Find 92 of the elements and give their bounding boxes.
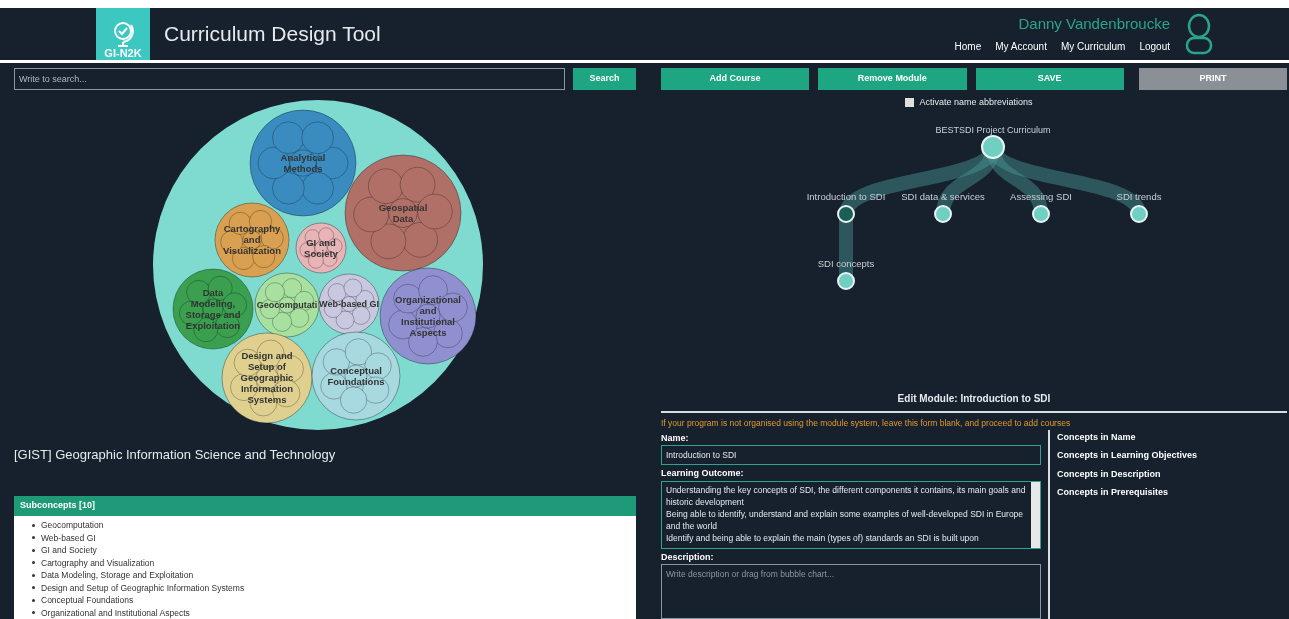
bubble-label: Conceptual — [330, 364, 382, 375]
bubble-label: Data — [202, 286, 224, 297]
tree-node[interactable] — [837, 272, 855, 290]
bubble-label: and — [419, 304, 437, 315]
outcome-line: Being able to identify, understand and explain some examples of well-developed SDI in Europe and the world — [666, 507, 1025, 532]
bubble-label: Foundations — [327, 375, 385, 386]
form-note: If your program is not organised using the module system, leave this form blank, and proceed to add courses — [661, 417, 1072, 430]
outcome-line: Identify and being able to explain the main (types of) standards an SDI is built upon — [666, 531, 980, 544]
subconcept-item[interactable]: Cartography and Visualization — [32, 556, 636, 569]
nav-link[interactable]: My Curriculum — [1060, 39, 1126, 55]
bubble-label: Geocomputati — [256, 299, 318, 310]
nav-link[interactable]: Logout — [1139, 39, 1170, 55]
bullet-icon — [32, 548, 35, 552]
subconcept-item[interactable]: Conceptual Foundations — [32, 594, 636, 607]
bullet-icon — [32, 561, 35, 565]
tree-node-label: BESTSDI Project Curriculum — [935, 125, 1051, 135]
description-field[interactable]: Write description or drag from bubble chart... — [661, 564, 1041, 619]
user-name: Danny Vandenbroucke — [1018, 13, 1170, 34]
concept-title: [GIST] Geographic Information Science and Technology — [14, 445, 337, 464]
subconcepts-header: Subconcepts [10] — [14, 496, 636, 516]
bullet-icon — [32, 586, 35, 590]
checkbox[interactable] — [905, 97, 915, 107]
tree-node[interactable] — [981, 135, 1005, 159]
tree-node-label: SDI data & services — [901, 191, 985, 202]
nav-link[interactable]: Home — [954, 39, 982, 55]
tree-node-label: SDI trends — [1116, 191, 1162, 202]
bubble[interactable]: GI and Society — [295, 222, 347, 273]
concepts-heading: Concepts in Learning Objectives — [1057, 449, 1198, 463]
bullet-icon — [32, 598, 35, 602]
bubble[interactable]: Design and Setup of Geographic Information Systems — [221, 332, 313, 423]
bubble-label: Aspects — [409, 326, 447, 337]
tree-node[interactable] — [1032, 205, 1050, 223]
bullet-icon — [32, 611, 35, 615]
concepts-heading: Concepts in Description — [1057, 467, 1162, 481]
bubble-label: Setup of — [248, 360, 286, 372]
bubble-label: Society — [304, 247, 338, 258]
concepts-heading: Concepts in Name — [1057, 430, 1137, 444]
bubble-label: GI and — [306, 236, 336, 247]
bubble-label: Information — [240, 382, 294, 394]
concepts-heading: Concepts in Prerequisites — [1057, 486, 1170, 500]
bubble-label: Design and — [241, 349, 293, 361]
tree-node-label: Introduction to SDI — [806, 191, 886, 202]
tree-node-label: Assessing SDI — [1010, 191, 1072, 202]
bubble-label: Systems — [247, 393, 287, 405]
subconcept-item[interactable]: Web-based GI — [32, 531, 636, 544]
bullet-icon — [32, 536, 35, 540]
outcome-line: Understanding the key concepts of SDI, the different components it contains, its main goals and historic development — [666, 483, 1027, 508]
tree-node-label: SDI concepts — [817, 258, 875, 269]
user-icon[interactable] — [1184, 12, 1214, 55]
scrollbar[interactable] — [1031, 481, 1040, 548]
logo-text: GI-N2K — [104, 47, 142, 59]
nav-link[interactable]: My Account — [995, 39, 1047, 55]
app-title: Curriculum Design Tool — [164, 20, 381, 47]
checkbox-label: Activate name abbreviations — [919, 95, 1033, 109]
bubble-label: Web-based GI — [319, 298, 379, 309]
bubble[interactable]: Organizational and Institutional Aspects — [379, 267, 477, 364]
subconcept-item[interactable]: Geocomputation — [32, 519, 636, 532]
tree-node[interactable] — [934, 205, 952, 223]
bubble-label: Methods — [283, 162, 323, 173]
bubble-label: Visualization — [223, 244, 281, 256]
subconcept-item[interactable]: Organizational and Institutional Aspects — [32, 606, 636, 619]
bubble[interactable]: Analytical Methods — [249, 109, 357, 216]
learning-outcome-field[interactable] — [661, 480, 1041, 549]
bubble-label: Geospatial — [378, 201, 428, 212]
bubble-label: Data — [392, 212, 414, 223]
subconcept-item[interactable]: Data Modeling, Storage and Exploitation — [32, 569, 636, 582]
bubble[interactable]: Conceptual Foundations — [311, 331, 401, 420]
field-label: Learning Outcome: — [661, 467, 745, 481]
subconcept-item[interactable]: Design and Setup of Geographic Information Systems — [32, 581, 636, 594]
bubble-label: and — [243, 233, 261, 245]
edit-module-title: Edit Module: Introduction to SDI — [896, 392, 1052, 406]
bubble-label: Cartography — [223, 222, 281, 234]
bubble[interactable]: Web-based GI — [318, 273, 380, 334]
tree-node[interactable] — [837, 205, 855, 223]
bubble-label: Modeling, — [190, 297, 236, 308]
bubble[interactable]: Cartography and Visualization — [214, 202, 290, 277]
bubble-label: Storage and — [185, 308, 241, 319]
bubble-label: Analytical — [280, 151, 326, 162]
bubble-label: Geographic — [240, 371, 294, 383]
subconcept-item[interactable]: GI and Society — [32, 544, 636, 557]
bubble-label: Exploitation — [185, 319, 241, 330]
search-field[interactable]: Write to search... — [14, 67, 565, 90]
bubble[interactable]: Data Modeling, Storage and Exploitation — [172, 268, 254, 349]
bubble[interactable]: Geocomputati — [254, 272, 320, 337]
field-label: Description: — [661, 550, 715, 564]
tree-node[interactable] — [1130, 205, 1148, 223]
name-field[interactable]: Introduction to SDI — [661, 445, 1041, 466]
bullet-icon — [32, 523, 35, 527]
bullet-icon — [32, 573, 35, 577]
bubble-label: Organizational — [395, 293, 461, 304]
bubble-label: Institutional — [401, 315, 455, 326]
field-label: Name: — [661, 431, 690, 445]
